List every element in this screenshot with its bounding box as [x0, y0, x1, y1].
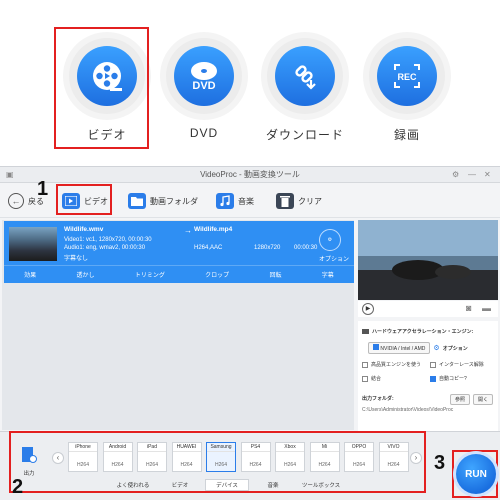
window-title: VideoProc - 動画変換ツール: [200, 170, 300, 179]
settings-gear-icon[interactable]: ⚙: [452, 170, 459, 179]
arrow-right-icon: →: [184, 226, 192, 235]
clear-button[interactable]: クリア: [276, 191, 322, 211]
dvd-button-label: DVD: [189, 126, 219, 140]
svg-text:REC: REC: [397, 72, 417, 82]
codec-option-button[interactable]: ⚙: [319, 229, 341, 251]
hw-chip-icon: [362, 329, 369, 334]
browse-button[interactable]: 参照: [450, 394, 471, 405]
add-folder-label: 動画フォルダ: [150, 196, 198, 206]
auto-copy-label: 自動コピー?: [439, 376, 467, 382]
hw-vendor-label: NVIDIA / Intel / AMD: [380, 346, 426, 352]
highlight-video-button: [54, 27, 149, 149]
edit-toolbar: 効果 透かし トリミング クロップ 回転 字幕: [4, 265, 354, 283]
snapshot-camera-icon[interactable]: ◙: [466, 303, 471, 313]
highlight-add-video: [56, 184, 112, 215]
deinterlace-row[interactable]: インターレース解除: [430, 361, 484, 368]
minimize-icon[interactable]: —: [468, 170, 476, 179]
watermark-button[interactable]: 透かし: [76, 270, 94, 279]
task-item[interactable]: Wildlife.wmv Video1: vc1, 1280x720, 00:0…: [4, 221, 354, 283]
trim-button[interactable]: トリミング: [135, 270, 165, 279]
subtitle-button[interactable]: 字幕: [322, 270, 334, 279]
source-filename: Wildlife.wmv: [64, 226, 104, 233]
output-resolution: 1280x720: [254, 245, 281, 251]
open-folder-icon[interactable]: ▬: [482, 303, 491, 313]
clear-label: クリア: [298, 196, 322, 206]
main-menu: ビデオ DVD DVD ダウンロード REC 録画: [0, 0, 500, 158]
rec-icon: REC: [377, 46, 437, 106]
rotate-button[interactable]: 回転: [269, 270, 281, 279]
trash-icon: [276, 193, 294, 209]
annotation-1: 1: [37, 178, 49, 200]
hw-vendor-checkbox[interactable]: [373, 344, 379, 350]
merge-checkbox[interactable]: [362, 375, 368, 382]
effect-button[interactable]: 効果: [24, 270, 36, 279]
task-list: Wildlife.wmv Video1: vc1, 1280x720, 00:0…: [2, 220, 354, 430]
download-button[interactable]: ダウンロード: [260, 38, 350, 148]
add-folder-button[interactable]: 動画フォルダ: [128, 191, 198, 211]
output-folder-label: 出力フォルダ:: [362, 396, 394, 402]
hq-engine-label: 高品質エンジンを使う: [371, 362, 422, 368]
video-track-info: Video1: vc1, 1280x720, 00:00:30: [64, 237, 152, 243]
auto-copy-checkbox[interactable]: [430, 375, 436, 382]
back-arrow-icon: ←: [8, 193, 24, 209]
video-folder-icon: [128, 193, 146, 209]
auto-copy-row[interactable]: 自動コピー?: [430, 375, 467, 382]
hw-accel-heading: ハードウェアアクセラレーション・エンジン:: [362, 328, 473, 335]
deinterlace-label: インターレース解除: [439, 362, 484, 368]
run-button[interactable]: RUN: [456, 454, 496, 494]
annotation-2: 2: [12, 476, 24, 498]
dvd-button-ring: DVD: [166, 38, 242, 114]
gear-icon: ⚙: [433, 345, 440, 352]
rec-button-ring: REC: [369, 38, 445, 114]
output-duration: 00:00:30: [294, 245, 318, 251]
output-path: C:\Users\Administrator\Videos\VideoProc: [362, 407, 454, 413]
music-icon: [216, 193, 234, 209]
crop-button[interactable]: クロップ: [205, 270, 229, 279]
title-bar: ▣ VideoProc - 動画変換ツール ⚙ — ✕: [0, 167, 500, 183]
rec-button-label: 録画: [393, 128, 420, 142]
deinterlace-checkbox[interactable]: [430, 361, 436, 368]
video-preview: [358, 220, 498, 300]
hw-accel-row: NVIDIA / Intel / AMD ⚙ オプション: [368, 342, 468, 354]
audio-track-info: Audio1: eng, wmav2, 00:00:30: [64, 245, 146, 251]
close-icon[interactable]: ✕: [484, 170, 491, 179]
hq-engine-row[interactable]: 高品質エンジンを使う: [362, 361, 421, 368]
play-icon[interactable]: ▶: [362, 303, 374, 315]
output-settings-panel: ハードウェアアクセラレーション・エンジン: NVIDIA / Intel / A…: [358, 321, 498, 431]
highlight-format-bar: [9, 431, 426, 493]
codec-option-label: オプション: [319, 257, 350, 263]
codec-icon: ⚙: [327, 237, 333, 243]
download-button-ring: [267, 38, 343, 114]
annotation-3: 3: [434, 452, 446, 474]
output-codec: H264,AAC: [194, 245, 223, 251]
merge-label: 結合: [371, 376, 382, 382]
video-thumbnail: [9, 227, 57, 261]
download-button-label: ダウンロード: [265, 128, 344, 142]
folder-buttons: 参照 開く: [450, 394, 494, 405]
svg-text:DVD: DVD: [192, 80, 215, 92]
merge-row[interactable]: 結合: [362, 375, 381, 382]
add-music-label: 音楽: [238, 196, 254, 206]
add-music-button[interactable]: 音楽: [216, 191, 254, 211]
rec-button[interactable]: REC 録画: [362, 38, 452, 148]
hw-vendor-toggle[interactable]: NVIDIA / Intel / AMD: [368, 342, 431, 354]
download-link-icon: [275, 46, 335, 106]
run-label: RUN: [465, 468, 487, 480]
hw-option-button[interactable]: オプション: [443, 345, 468, 352]
dvd-icon: DVD: [174, 46, 234, 106]
preview-controls: ▶ ◙ ▬: [358, 301, 498, 317]
output-filename: Wildlife.mp4: [194, 226, 233, 233]
dvd-button[interactable]: DVD DVD: [159, 38, 249, 148]
subtitle-info: 字幕なし: [64, 256, 89, 262]
hq-engine-checkbox[interactable]: [362, 361, 368, 368]
open-button[interactable]: 開く: [473, 394, 494, 405]
hw-accel-label: ハードウェアアクセラレーション・エンジン:: [372, 329, 474, 335]
